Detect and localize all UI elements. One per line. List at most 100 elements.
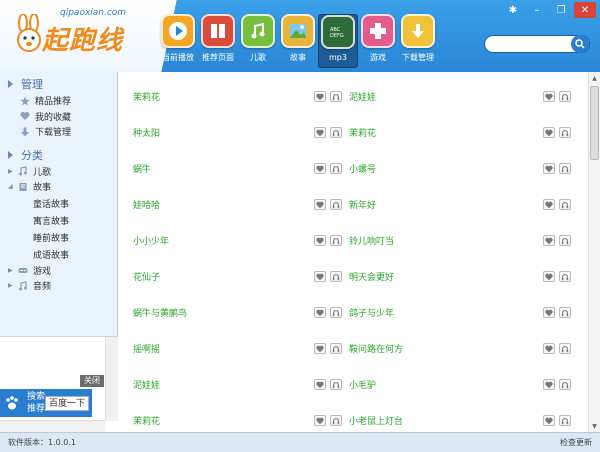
- song-title-link[interactable]: 明天会更好: [349, 270, 394, 283]
- listen-headphones-icon[interactable]: [559, 343, 571, 354]
- favorite-heart-icon[interactable]: [543, 343, 555, 354]
- sidebar-item-recommend[interactable]: 精品推荐: [0, 93, 117, 109]
- check-update-link[interactable]: 检查更新: [560, 437, 592, 448]
- collapsed-arrow-icon: ▶: [8, 167, 13, 175]
- listen-headphones-icon[interactable]: [330, 379, 342, 390]
- favorite-heart-icon[interactable]: [314, 343, 326, 354]
- toolbar-button-5[interactable]: 游戏: [358, 14, 398, 68]
- song-title-link[interactable]: 蜗牛: [133, 162, 151, 175]
- song-title-link[interactable]: 小老鼠上灯台: [349, 414, 403, 427]
- song-title-link[interactable]: 鸽子与少年: [349, 306, 394, 319]
- listen-headphones-icon[interactable]: [559, 379, 571, 390]
- favorite-heart-icon[interactable]: [543, 307, 555, 318]
- favorite-heart-icon[interactable]: [314, 307, 326, 318]
- favorite-heart-icon[interactable]: [543, 379, 555, 390]
- sidebar-item-games[interactable]: ▶ 游戏: [0, 263, 117, 279]
- expanded-arrow-icon: ◢: [8, 183, 13, 191]
- favorite-heart-icon[interactable]: [543, 91, 555, 102]
- sidebar-item-favorites[interactable]: 我的收藏: [0, 109, 117, 125]
- section-manage[interactable]: 管理: [0, 75, 117, 93]
- listen-headphones-icon[interactable]: [330, 307, 342, 318]
- song-title-link[interactable]: 泥娃娃: [349, 90, 376, 103]
- song-title-link[interactable]: 泥娃娃: [133, 378, 160, 391]
- listen-headphones-icon[interactable]: [559, 235, 571, 246]
- song-title-link[interactable]: 鞍问路在何方: [349, 342, 403, 355]
- status-bar: 软件版本：1.0.0.1 检查更新: [0, 432, 600, 452]
- favorite-heart-icon[interactable]: [543, 163, 555, 174]
- listen-headphones-icon[interactable]: [559, 127, 571, 138]
- ad-close-button[interactable]: 关闭: [80, 375, 104, 387]
- song-title-link[interactable]: 新年好: [349, 198, 376, 211]
- listen-headphones-icon[interactable]: [559, 271, 571, 282]
- song-title-link[interactable]: 小螺号: [349, 162, 376, 175]
- scroll-up-icon[interactable]: ▲: [589, 72, 600, 84]
- favorite-heart-icon[interactable]: [314, 199, 326, 210]
- song-title-link[interactable]: 种太阳: [133, 126, 160, 139]
- song-actions: [314, 307, 342, 318]
- favorite-heart-icon[interactable]: [543, 415, 555, 426]
- sidebar-item-stories[interactable]: ◢ 故事: [0, 179, 117, 195]
- listen-headphones-icon[interactable]: [330, 127, 342, 138]
- favorite-heart-icon[interactable]: [314, 415, 326, 426]
- favorite-heart-icon[interactable]: [314, 127, 326, 138]
- song-title-link[interactable]: 花仙子: [133, 270, 160, 283]
- favorite-heart-icon[interactable]: [314, 163, 326, 174]
- listen-headphones-icon[interactable]: [559, 307, 571, 318]
- sidebar-item-fairy-tales[interactable]: 童话故事: [0, 195, 117, 212]
- minimize-button[interactable]: –: [526, 2, 548, 18]
- section-category[interactable]: 分类: [0, 146, 117, 164]
- sidebar-item-idiom-stories[interactable]: 成语故事: [0, 246, 117, 263]
- close-button[interactable]: ✕: [574, 2, 596, 18]
- search-input[interactable]: [491, 36, 575, 52]
- song-title-link[interactable]: 铃儿响叮当: [349, 234, 394, 247]
- listen-headphones-icon[interactable]: [330, 163, 342, 174]
- settings-gear-icon[interactable]: ✱: [502, 2, 524, 18]
- scroll-down-icon[interactable]: ▼: [589, 420, 600, 432]
- song-title-link[interactable]: 茉莉花: [133, 414, 160, 427]
- favorite-heart-icon[interactable]: [314, 379, 326, 390]
- song-title-link[interactable]: 摇啊摇: [133, 342, 160, 355]
- favorite-heart-icon[interactable]: [543, 199, 555, 210]
- sidebar-item-bedtime-stories[interactable]: 睡前故事: [0, 229, 117, 246]
- song-title-link[interactable]: 茉莉花: [133, 90, 160, 103]
- sidebar-item-audio[interactable]: ▶ 音频: [0, 278, 117, 294]
- favorite-heart-icon[interactable]: [543, 127, 555, 138]
- listen-headphones-icon[interactable]: [330, 199, 342, 210]
- listen-headphones-icon[interactable]: [559, 199, 571, 210]
- toolbar-button-3[interactable]: 故事: [278, 14, 318, 68]
- listen-headphones-icon[interactable]: [559, 91, 571, 102]
- listen-headphones-icon[interactable]: [559, 163, 571, 174]
- toolbar-button-6[interactable]: 下载管理: [398, 14, 438, 68]
- toolbar-button-2[interactable]: 儿歌: [238, 14, 278, 68]
- listen-headphones-icon[interactable]: [330, 235, 342, 246]
- baidu-search-button[interactable]: 百度一下: [45, 396, 89, 411]
- favorite-heart-icon[interactable]: [314, 235, 326, 246]
- favorite-heart-icon[interactable]: [314, 91, 326, 102]
- sidebar-item-fables[interactable]: 寓言故事: [0, 212, 117, 229]
- sidebar-item-songs[interactable]: ▶ 儿歌: [0, 164, 117, 180]
- toolbar-button-0[interactable]: 当前播放: [158, 14, 198, 68]
- listen-headphones-icon[interactable]: [330, 271, 342, 282]
- toolbar-button-1[interactable]: 推荐页面: [198, 14, 238, 68]
- listen-headphones-icon[interactable]: [330, 343, 342, 354]
- listen-headphones-icon[interactable]: [330, 415, 342, 426]
- listen-headphones-icon[interactable]: [559, 415, 571, 426]
- restore-button[interactable]: ❐: [550, 2, 572, 18]
- ad-horizontal-scrollbar[interactable]: [0, 420, 105, 432]
- song-title-link[interactable]: 小小少年: [133, 234, 169, 247]
- favorite-heart-icon[interactable]: [543, 235, 555, 246]
- song-title-link[interactable]: 蜗牛与黄鹂鸟: [133, 306, 187, 319]
- search-icon[interactable]: [571, 35, 589, 53]
- song-list-scrollbar[interactable]: ▲ ▼: [588, 72, 600, 432]
- download-arrow-icon: [20, 127, 30, 137]
- song-title-link[interactable]: 小毛驴: [349, 378, 376, 391]
- sidebar-item-downloads[interactable]: 下载管理: [0, 124, 117, 140]
- scroll-thumb[interactable]: [590, 86, 599, 160]
- song-title-link[interactable]: 茉莉花: [349, 126, 376, 139]
- song-title-link[interactable]: 娃哈哈: [133, 198, 160, 211]
- listen-headphones-icon[interactable]: [330, 91, 342, 102]
- favorite-heart-icon[interactable]: [543, 271, 555, 282]
- toolbar-button-4[interactable]: ABC DEFG mp3: [318, 14, 358, 68]
- favorite-heart-icon[interactable]: [314, 271, 326, 282]
- ad-vertical-scrollbar[interactable]: [105, 337, 118, 421]
